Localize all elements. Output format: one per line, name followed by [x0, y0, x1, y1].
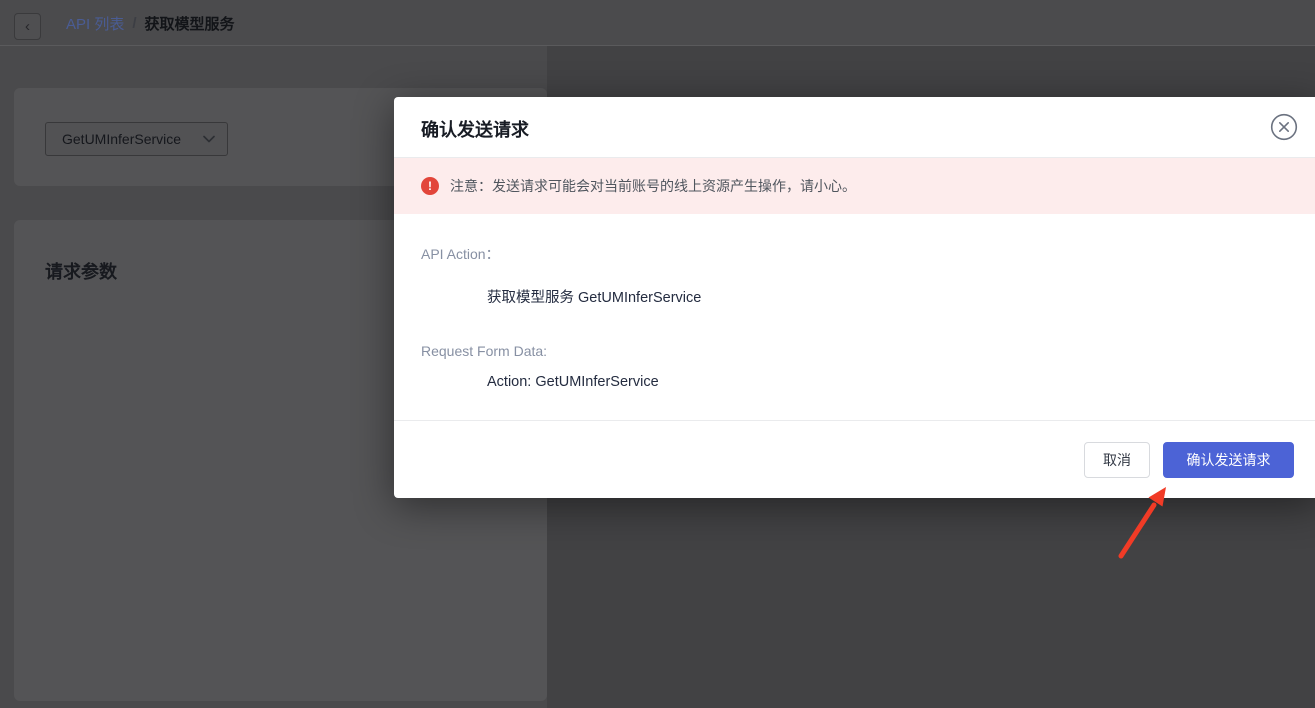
modal-body: API Action： 获取模型服务 GetUMInferService Req…: [394, 214, 1315, 390]
request-params-title: 请求参数: [45, 258, 117, 284]
api-select-value: GetUMInferService: [62, 131, 181, 147]
close-circle-icon: [1270, 113, 1298, 141]
api-action-label: API Action：: [421, 244, 1293, 264]
back-button[interactable]: ‹: [14, 13, 41, 40]
page-header: ‹ API 列表 / 获取模型服务: [0, 0, 1315, 46]
breadcrumb: API 列表 / 获取模型服务: [66, 0, 235, 46]
modal-footer: 取消 确认发送请求: [394, 420, 1315, 498]
api-explorer-page: ‹ API 列表 / 获取模型服务 GetUMInferService 请求参数…: [0, 0, 1315, 708]
close-button[interactable]: [1270, 113, 1298, 141]
warning-text: 注意：发送请求可能会对当前账号的线上资源产生操作，请小心。: [450, 176, 856, 196]
form-data-label: Request Form Data:: [421, 343, 1293, 359]
confirm-modal: 确认发送请求 ! 注意：发送请求可能会对当前账号的线上资源产生操作，请小心。 A…: [394, 97, 1315, 498]
breadcrumb-link-api-list[interactable]: API 列表: [66, 13, 124, 34]
form-data-value: Action: GetUMInferService: [487, 374, 1293, 390]
warning-icon: !: [421, 177, 439, 195]
modal-title: 确认发送请求: [421, 116, 529, 142]
confirm-button[interactable]: 确认发送请求: [1163, 442, 1294, 478]
cancel-button[interactable]: 取消: [1084, 442, 1150, 478]
breadcrumb-separator: /: [132, 15, 136, 32]
chevron-down-icon: [203, 135, 215, 143]
api-select-dropdown[interactable]: GetUMInferService: [45, 122, 228, 156]
warning-banner: ! 注意：发送请求可能会对当前账号的线上资源产生操作，请小心。: [394, 158, 1315, 214]
modal-header: 确认发送请求: [394, 97, 1315, 158]
breadcrumb-current: 获取模型服务: [145, 13, 235, 34]
chevron-left-icon: ‹: [25, 19, 30, 34]
api-action-value: 获取模型服务 GetUMInferService: [487, 286, 1293, 307]
